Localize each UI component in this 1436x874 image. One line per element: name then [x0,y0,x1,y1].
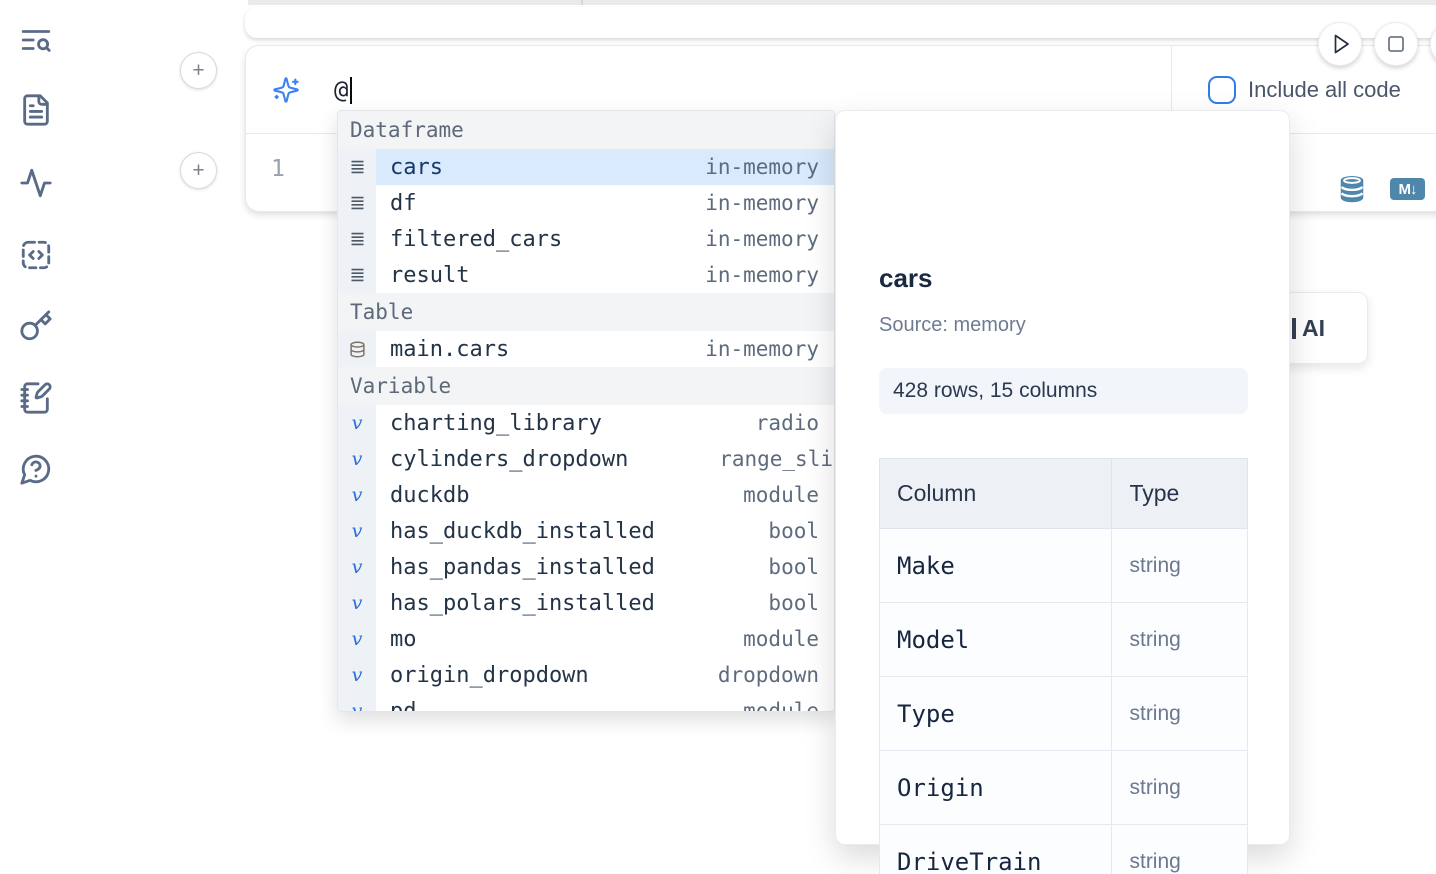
table-row: DriveTrain string [880,825,1248,874]
variable-icon: v [352,556,363,578]
section-header-variable: Variable [338,367,834,405]
autocomplete-item-main-cars[interactable]: main.cars in-memory [338,331,834,367]
autocomplete-item-has-pandas-installed[interactable]: v has_pandas_installed bool [338,549,834,585]
clipped-letter-fragment [1292,318,1296,339]
autocomplete-item-charting-library[interactable]: v charting_library radio [338,405,834,441]
autocomplete-item-mo[interactable]: v mo module [338,621,834,657]
table-row: Make string [880,529,1248,603]
list-search-icon [19,23,53,57]
preview-source: Source: memory [879,314,1026,337]
help-circle-icon [19,452,53,486]
dataframe-icon [338,185,376,221]
autocomplete-item-cylinders-dropdown[interactable]: v cylinders_dropdown range_sli [338,441,834,477]
preview-shape-badge: 428 rows, 15 columns [879,368,1248,414]
section-header-table: Table [338,293,834,331]
include-all-code-checkbox[interactable] [1208,76,1236,104]
previous-cell [245,7,1436,38]
autocomplete-dropdown: Dataframe cars in-memory df in-memory fi… [337,110,835,712]
dataframe-icon [338,257,376,293]
notebook-pen-icon [19,381,53,415]
autocomplete-item-origin-dropdown[interactable]: v origin_dropdown dropdown [338,657,834,693]
line-number: 1 [271,156,285,182]
stop-button[interactable] [1374,22,1418,66]
sidebar-item-search[interactable] [19,23,53,57]
ai-prompt-input[interactable]: @ [334,74,352,106]
sidebar-item-files[interactable] [19,93,53,127]
sidebar-item-snippets[interactable] [19,238,53,272]
sidebar-item-activity[interactable] [19,166,53,200]
variable-icon: v [352,520,363,542]
autocomplete-item-has-duckdb-installed[interactable]: v has_duckdb_installed bool [338,513,834,549]
activity-icon [19,166,53,200]
autocomplete-item-has-polars-installed[interactable]: v has_polars_installed bool [338,585,834,621]
add-cell-above-button[interactable]: + [180,52,217,89]
table-row: Origin string [880,751,1248,825]
variable-icon: v [352,592,363,614]
dataframe-icon [338,221,376,257]
variable-icon: v [352,700,363,712]
database-icon[interactable] [1337,174,1367,204]
autocomplete-item-filtered-cars[interactable]: filtered_cars in-memory [338,221,834,257]
play-icon [1318,22,1362,66]
variable-icon: v [352,484,363,506]
table-row: Type string [880,677,1248,751]
autocomplete-item-pd-partial[interactable]: v pd module [338,693,834,712]
code-square-icon [19,238,53,272]
preview-title: cars [879,263,933,294]
variable-icon: v [352,448,363,470]
key-icon [19,309,53,343]
previous-cell-output-edge [248,0,1436,5]
stop-icon [1374,22,1418,66]
type-header: Type [1112,459,1248,529]
column-header: Column [880,459,1112,529]
variable-icon: v [352,664,363,686]
add-cell-below-button[interactable]: + [180,152,217,189]
autocomplete-item-cars[interactable]: cars in-memory [338,149,834,185]
text-cursor [350,77,352,104]
preview-table: Column Type Make string Model string Typ… [879,458,1248,874]
file-text-icon [19,93,53,127]
table-header-row: Column Type [880,459,1248,529]
autocomplete-item-result[interactable]: result in-memory [338,257,834,293]
database-outline-icon [338,331,376,367]
run-cell-button[interactable] [1318,22,1362,66]
sidebar-item-secrets[interactable] [19,309,53,343]
autocomplete-item-df[interactable]: df in-memory [338,185,834,221]
sidebar-item-scratchpad[interactable] [19,381,53,415]
ai-button-label: AI [1302,315,1325,342]
autocomplete-item-duckdb[interactable]: v duckdb module [338,477,834,513]
previous-cell-divider [581,0,583,5]
preview-table-wrap: Column Type Make string Model string Typ… [879,458,1248,874]
sidebar-item-help[interactable] [19,452,53,486]
ai-prompt-value: @ [334,76,348,104]
dataframe-preview-popover: cars Source: memory 428 rows, 15 columns… [835,110,1290,845]
include-all-code-label: Include all code [1248,77,1401,103]
sparkles-icon [272,76,300,104]
variable-icon: v [352,628,363,650]
dataframe-icon [338,149,376,185]
section-header-dataframe: Dataframe [338,111,834,149]
variable-icon: v [352,412,363,434]
markdown-icon[interactable]: M↓ [1390,178,1425,200]
table-row: Model string [880,603,1248,677]
